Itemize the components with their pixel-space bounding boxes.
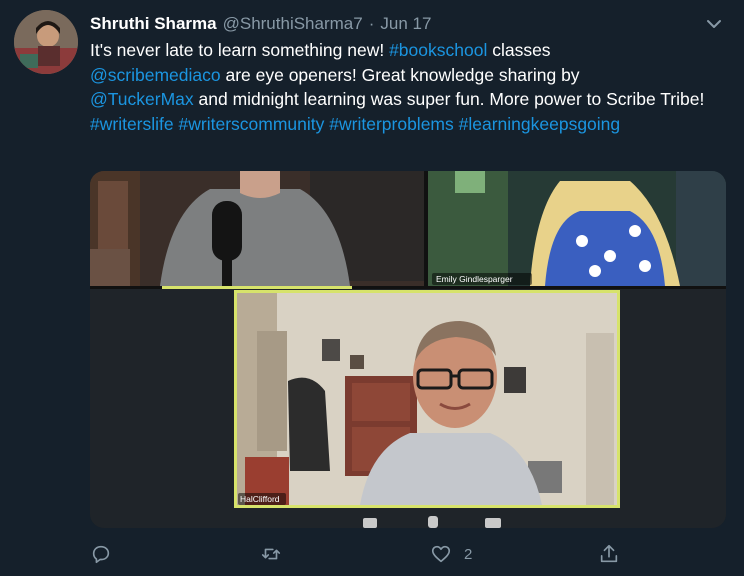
- participant-tile-main: [234, 290, 620, 508]
- reply-button[interactable]: [90, 540, 112, 568]
- share-icon: [600, 544, 618, 563]
- author-avatar[interactable]: [14, 10, 78, 74]
- participant-label-hal: HalClifford: [240, 494, 280, 504]
- video-toolbar-icon: [485, 518, 501, 528]
- participant-tile-top-right: [428, 171, 726, 286]
- reply-icon: [92, 545, 110, 564]
- like-count: 2: [464, 545, 473, 563]
- retweet-button[interactable]: [260, 540, 282, 568]
- participant-tile-top-left: [90, 171, 424, 286]
- tweet-actions: 2: [90, 540, 630, 568]
- video-toolbar-icon: [428, 516, 438, 528]
- text-segment: are eye openers! Great knowledge sharing…: [220, 64, 580, 85]
- chevron-down-icon[interactable]: [704, 14, 724, 34]
- author-name[interactable]: Shruthi Sharma: [90, 14, 217, 34]
- hashtag-writerproblems[interactable]: #writerproblems: [329, 114, 453, 134]
- header-separator: ·: [368, 14, 375, 33]
- hashtag-bookschool[interactable]: #bookschool: [389, 40, 487, 60]
- text-segment: classes: [487, 40, 551, 60]
- text-segment: It's never late to learn something new!: [90, 40, 390, 60]
- retweet-icon: [261, 548, 281, 560]
- share-button[interactable]: [598, 540, 620, 568]
- tweet-text: It's never late to learn something new! …: [90, 38, 720, 136]
- hashtag-learningkeepsgoing[interactable]: #learningkeepsgoing: [459, 114, 621, 134]
- avatar-image: [14, 10, 78, 74]
- video-toolbar-icon: [363, 518, 377, 528]
- hashtag-writerscommunity[interactable]: #writerscommunity: [179, 114, 325, 134]
- author-handle[interactable]: @ShruthiSharma7: [223, 14, 363, 34]
- tweet-media[interactable]: Emily Gindlesparger HalClifford: [90, 171, 726, 528]
- hashtag-writerslife[interactable]: #writerslife: [90, 114, 174, 134]
- tweet-date[interactable]: Jun 17: [380, 14, 431, 34]
- participant-label-emily: Emily Gindlesparger: [436, 274, 513, 284]
- heart-icon: [431, 545, 451, 563]
- tweet-header: Shruthi Sharma @ShruthiSharma7 · Jun 17: [90, 12, 724, 36]
- video-call-screenshot: Emily Gindlesparger HalClifford: [90, 171, 726, 528]
- mention-scribemediaco[interactable]: @scribemediaco: [90, 65, 221, 85]
- like-button[interactable]: 2: [430, 540, 472, 568]
- text-segment: and midnight learning was super fun. Mor…: [193, 89, 705, 109]
- mention-tuckermax[interactable]: @TuckerMax: [90, 89, 194, 109]
